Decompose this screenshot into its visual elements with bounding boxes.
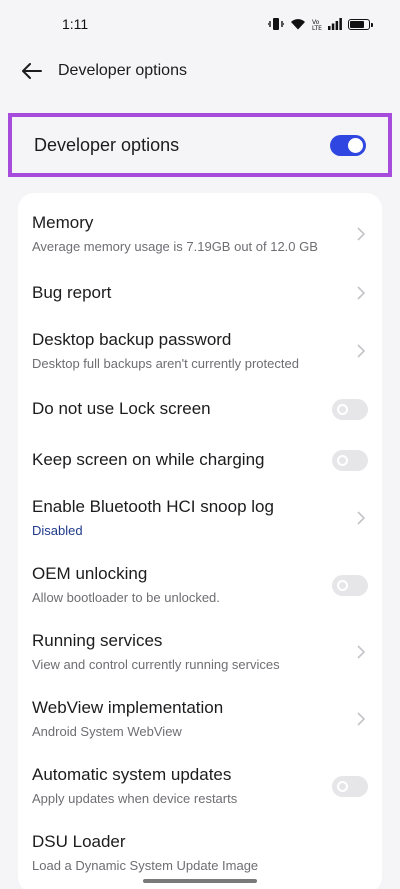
home-indicator[interactable] [143,879,257,883]
chevron-right-icon [354,283,368,303]
toggle-knob [337,403,348,415]
setting-subtitle: Apply updates when device restarts [32,791,238,806]
setting-keep-screen-on[interactable]: Keep screen on while charging [18,440,382,480]
settings-card: Memory Average memory usage is 7.19GB ou… [18,193,382,889]
toggle-knob [337,579,348,591]
toggle-knob [348,137,363,153]
setting-title: Automatic system updates [32,765,232,784]
setting-title: Desktop backup password [32,330,232,349]
wifi-icon [290,18,306,30]
master-switch-label: Developer options [34,134,180,155]
setting-subtitle: View and control currently running servi… [32,657,280,672]
back-arrow-icon[interactable] [20,59,44,83]
setting-desktop-backup-password[interactable]: Desktop backup password Desktop full bac… [18,320,382,382]
chevron-right-icon [354,709,368,729]
toggle-knob [337,780,348,792]
setting-subtitle: Load a Dynamic System Update Image [32,858,259,873]
setting-subtitle: Disabled [32,523,83,538]
setting-memory[interactable]: Memory Average memory usage is 7.19GB ou… [18,203,382,265]
keep-screen-on-toggle[interactable] [332,449,368,471]
setting-title: Enable Bluetooth HCI snoop log [32,497,274,516]
developer-options-master-switch-row[interactable]: Developer options [8,113,392,177]
setting-title: Running services [32,631,163,650]
setting-title: Memory [32,213,94,232]
status-time: 1:11 [62,16,89,32]
volte-icon: Vo LTE [312,18,322,30]
setting-subtitle: Android System WebView [32,724,182,739]
setting-running-services[interactable]: Running services View and control curren… [18,621,382,683]
svg-text:LTE: LTE [312,25,322,30]
setting-bluetooth-hci-snoop-log[interactable]: Enable Bluetooth HCI snoop log Disabled [18,487,382,549]
setting-title: Do not use Lock screen [32,399,211,418]
setting-automatic-system-updates[interactable]: Automatic system updates Apply updates w… [18,755,382,817]
developer-options-toggle[interactable] [330,134,366,156]
lock-screen-toggle[interactable] [332,398,368,420]
setting-title: Bug report [32,283,112,302]
oem-unlocking-toggle[interactable] [332,574,368,596]
automatic-updates-toggle[interactable] [332,775,368,797]
setting-subtitle: Desktop full backups aren't currently pr… [32,356,299,371]
setting-title: OEM unlocking [32,564,148,583]
setting-title: DSU Loader [32,832,126,851]
status-bar: 1:11 Vo LTE [0,0,400,48]
setting-subtitle: Average memory usage is 7.19GB out of 12… [32,239,318,254]
setting-webview-implementation[interactable]: WebView implementation Android System We… [18,688,382,750]
setting-do-not-use-lock-screen[interactable]: Do not use Lock screen [18,389,382,429]
page-title: Developer options [58,62,187,79]
battery-icon [348,18,373,30]
chevron-right-icon [354,642,368,662]
signal-icon [328,18,342,30]
setting-bug-report[interactable]: Bug report [18,273,382,313]
vibrate-icon [268,17,284,31]
setting-dsu-loader[interactable]: DSU Loader Load a Dynamic System Update … [18,822,382,884]
setting-title: WebView implementation [32,698,224,717]
chevron-right-icon [354,341,368,361]
chevron-right-icon [354,224,368,244]
toggle-knob [337,454,348,466]
chevron-right-icon [354,508,368,528]
status-icons: Vo LTE [268,17,373,31]
setting-title: Keep screen on while charging [32,450,265,469]
setting-oem-unlocking[interactable]: OEM unlocking Allow bootloader to be unl… [18,554,382,616]
app-bar: Developer options [0,48,400,94]
setting-subtitle: Allow bootloader to be unlocked. [32,590,220,605]
